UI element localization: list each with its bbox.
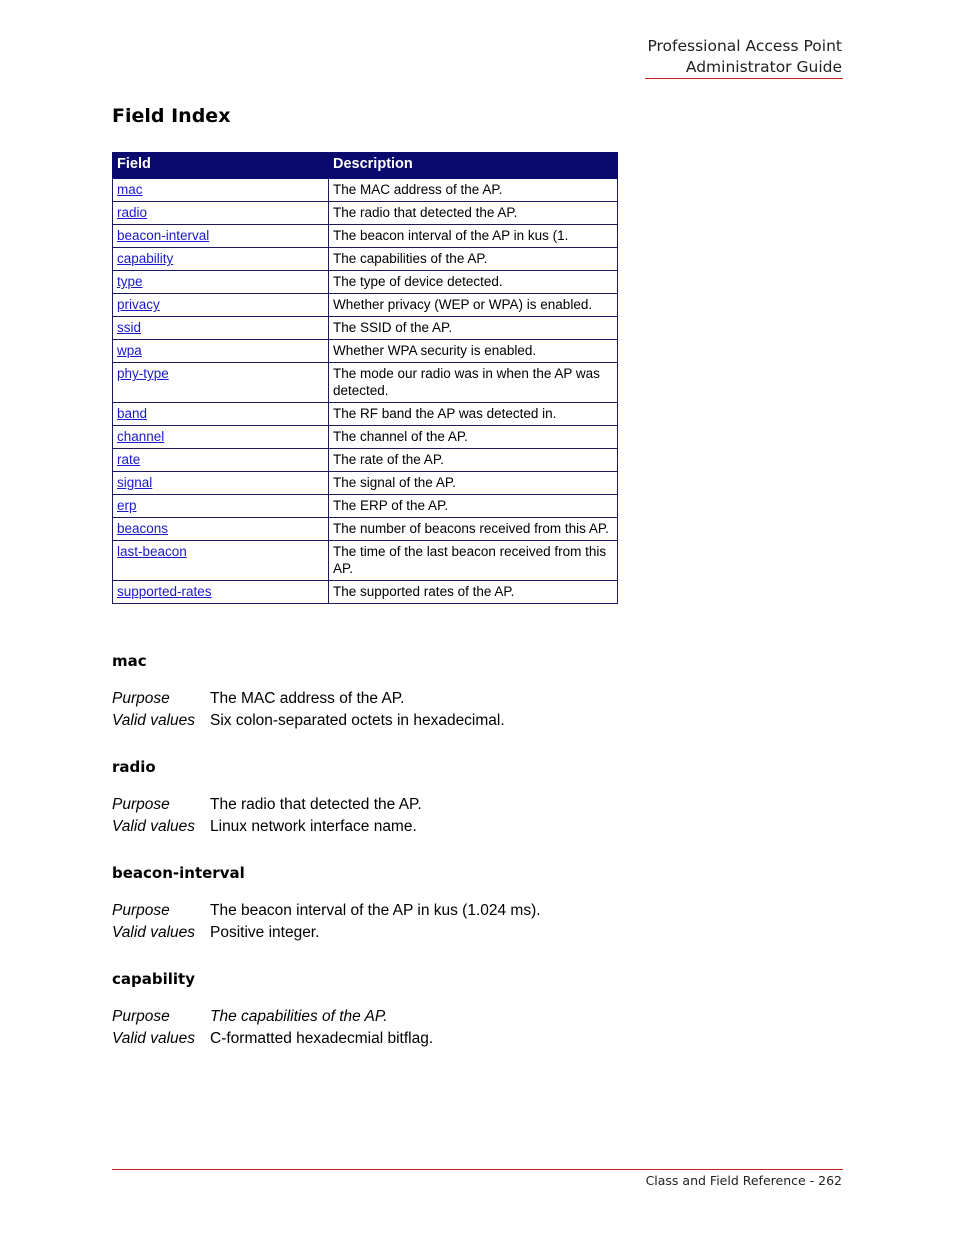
field-link-type[interactable]: type xyxy=(117,274,143,289)
field-link-mac[interactable]: mac xyxy=(117,182,143,197)
section-heading: radio xyxy=(112,758,156,776)
table-row: beacon-interval The beacon interval of th… xyxy=(112,224,618,248)
field-link-radio[interactable]: radio xyxy=(117,205,147,220)
valid-values-label: Valid values xyxy=(112,712,196,729)
purpose-label: Purpose xyxy=(112,1008,170,1025)
field-link-rate[interactable]: rate xyxy=(117,452,140,467)
table-row: rate The rate of the AP. xyxy=(112,448,618,472)
field-description: The channel of the AP. xyxy=(328,425,618,449)
table-row: last-beacon The time of the last beacon r… xyxy=(112,540,618,581)
valid-values-value: Six colon-separated octets in hexadecima… xyxy=(210,712,505,729)
field-description: The number of beacons received from this… xyxy=(328,517,618,541)
table-row: supported-rates The supported rates of th… xyxy=(112,580,618,604)
field-description: The ERP of the AP. xyxy=(328,494,618,518)
table-header-row: Field Description xyxy=(112,152,618,179)
running-header: Professional Access Point Administrator … xyxy=(647,36,842,78)
field-section-radio: radio Purpose The radio that detected the… xyxy=(112,758,422,838)
table-row: wpa Whether WPA security is enabled. xyxy=(112,339,618,363)
field-link-beacons[interactable]: beacons xyxy=(117,521,168,536)
valid-values-value: C-formatted hexadecmial bitflag. xyxy=(210,1030,434,1047)
column-header-description: Description xyxy=(328,152,618,179)
field-link-supported-rates[interactable]: supported-rates xyxy=(117,584,212,599)
field-description: The radio that detected the AP. xyxy=(328,201,618,225)
purpose-label: Purpose xyxy=(112,796,170,813)
field-index-table: Field Description mac The MAC address of … xyxy=(112,152,618,604)
field-description: The rate of the AP. xyxy=(328,448,618,472)
valid-values-label: Valid values xyxy=(112,924,196,941)
field-link-channel[interactable]: channel xyxy=(117,429,164,444)
field-link-band[interactable]: band xyxy=(117,406,147,421)
field-description: The capabilities of the AP. xyxy=(328,247,618,271)
purpose-value: The capabilities of the AP. xyxy=(210,1008,388,1025)
field-link-phy-type[interactable]: phy-type xyxy=(117,366,169,381)
table-row: channel The channel of the AP. xyxy=(112,425,618,449)
section-heading: mac xyxy=(112,652,147,670)
page-title: Field Index xyxy=(112,105,231,127)
valid-values-value: Positive integer. xyxy=(210,924,320,941)
page-footer: Class and Field Reference - 262 xyxy=(645,1173,842,1188)
field-section-mac: mac Purpose The MAC address of the AP. Va… xyxy=(112,652,505,732)
table-row: phy-type The mode our radio was in when t… xyxy=(112,362,618,403)
field-description: The MAC address of the AP. xyxy=(328,178,618,202)
field-link-beacon-interval[interactable]: beacon-interval xyxy=(117,228,209,243)
header-rule xyxy=(645,78,843,79)
table-row: signal The signal of the AP. xyxy=(112,471,618,495)
field-description: Whether WPA security is enabled. xyxy=(328,339,618,363)
table-row: radio The radio that detected the AP. xyxy=(112,201,618,225)
purpose-value: The radio that detected the AP. xyxy=(210,796,422,813)
field-link-ssid[interactable]: ssid xyxy=(117,320,141,335)
field-description: The beacon interval of the AP in kus (1. xyxy=(328,224,618,248)
field-link-privacy[interactable]: privacy xyxy=(117,297,160,312)
table-row: type The type of device detected. xyxy=(112,270,618,294)
header-line-1: Professional Access Point xyxy=(647,37,842,55)
field-description: The signal of the AP. xyxy=(328,471,618,495)
field-description: Whether privacy (WEP or WPA) is enabled. xyxy=(328,293,618,317)
table-row: capability The capabilities of the AP. xyxy=(112,247,618,271)
field-description: The supported rates of the AP. xyxy=(328,580,618,604)
table-row: erp The ERP of the AP. xyxy=(112,494,618,518)
section-heading: capability xyxy=(112,970,195,988)
valid-values-label: Valid values xyxy=(112,818,196,835)
field-link-erp[interactable]: erp xyxy=(117,498,137,513)
purpose-label: Purpose xyxy=(112,902,170,919)
footer-rule xyxy=(112,1169,843,1170)
purpose-value: The beacon interval of the AP in kus (1.… xyxy=(210,902,541,919)
valid-values-value: Linux network interface name. xyxy=(210,818,417,835)
field-description: The SSID of the AP. xyxy=(328,316,618,340)
field-section-beacon-interval: beacon-interval Purpose The beacon interv… xyxy=(112,864,541,944)
field-description: The time of the last beacon received fro… xyxy=(328,540,618,581)
field-link-last-beacon[interactable]: last-beacon xyxy=(117,544,187,559)
field-description: The type of device detected. xyxy=(328,270,618,294)
field-description: The mode our radio was in when the AP wa… xyxy=(328,362,618,403)
table-row: mac The MAC address of the AP. xyxy=(112,178,618,202)
column-header-field: Field xyxy=(112,152,329,179)
valid-values-label: Valid values xyxy=(112,1030,196,1047)
table-row: beacons The number of beacons received fr… xyxy=(112,517,618,541)
table-row: ssid The SSID of the AP. xyxy=(112,316,618,340)
field-link-signal[interactable]: signal xyxy=(117,475,152,490)
section-heading: beacon-interval xyxy=(112,864,245,882)
field-link-wpa[interactable]: wpa xyxy=(117,343,142,358)
table-row: privacy Whether privacy (WEP or WPA) is e… xyxy=(112,293,618,317)
header-line-2: Administrator Guide xyxy=(685,58,842,76)
purpose-label: Purpose xyxy=(112,690,170,707)
table-row: band The RF band the AP was detected in. xyxy=(112,402,618,426)
field-description: The RF band the AP was detected in. xyxy=(328,402,618,426)
field-section-capability: capability Purpose The capabilities of th… xyxy=(112,970,433,1050)
field-link-capability[interactable]: capability xyxy=(117,251,173,266)
purpose-value: The MAC address of the AP. xyxy=(210,690,405,707)
